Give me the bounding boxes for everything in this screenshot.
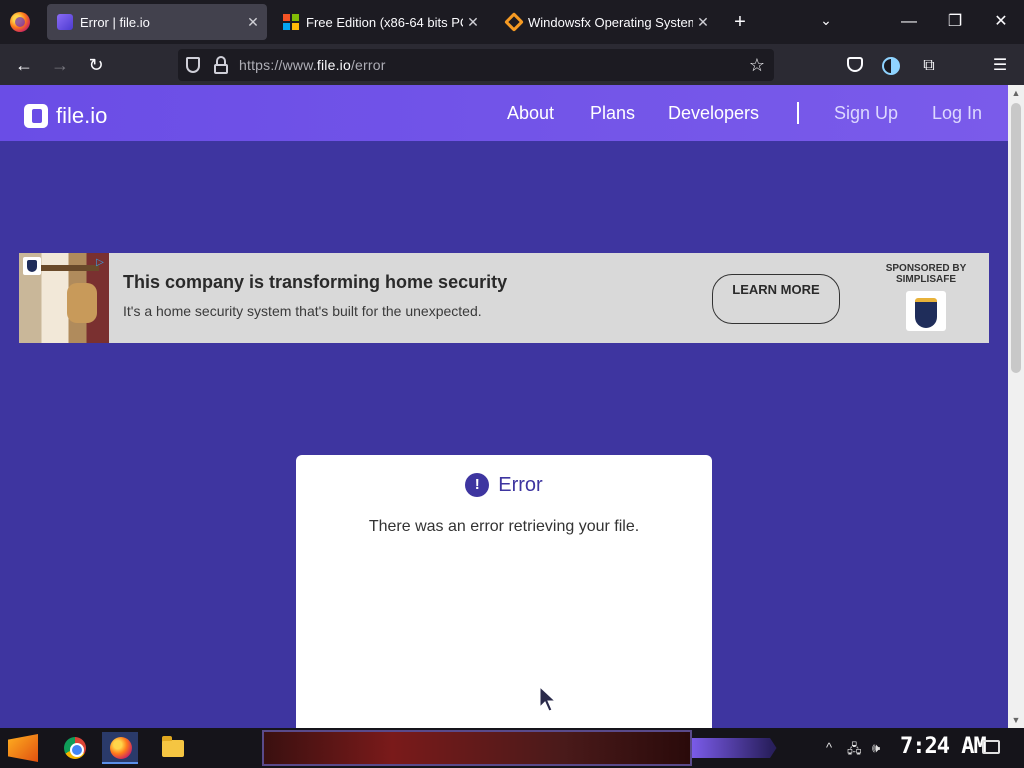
chevron-down-icon[interactable]: ⌄ — [816, 12, 836, 32]
tab-title: Error | file.io — [80, 14, 150, 30]
tab-free-edition[interactable]: Free Edition (x86-64 bits PC) ✕ — [273, 4, 487, 40]
nav-divider — [797, 102, 799, 124]
shield-icon[interactable] — [186, 57, 200, 73]
log-in-link[interactable]: Log In — [932, 103, 982, 124]
firefox-icon[interactable] — [10, 12, 30, 32]
exclamation-icon: ! — [465, 473, 490, 497]
scroll-down-arrow-icon[interactable]: ▼ — [1008, 712, 1024, 728]
tab-title: Free Edition (x86-64 bits PC) — [306, 14, 463, 30]
error-title: Error — [498, 473, 543, 496]
dark-reader-extension-icon[interactable] — [882, 57, 900, 75]
menu-icon[interactable]: ☰ — [989, 55, 1011, 77]
close-icon[interactable]: ✕ — [463, 14, 483, 31]
forward-button[interactable]: → — [47, 52, 73, 78]
page-content: file.io About Plans Developers Sign Up L… — [0, 85, 1008, 728]
chrome-icon — [64, 737, 86, 759]
lock-icon[interactable] — [214, 56, 228, 74]
reload-button[interactable]: ↻ — [83, 52, 109, 78]
notification-center-icon[interactable] — [982, 740, 1000, 754]
ad-choices-icon[interactable]: ▷ — [93, 256, 107, 270]
close-window-button[interactable]: ✕ — [985, 8, 1017, 36]
nav-about-link[interactable]: About — [507, 103, 554, 124]
bookmark-star-icon[interactable]: ☆ — [746, 54, 768, 76]
tab-title: Windowsfx Operating System — [528, 14, 693, 30]
ad-image[interactable]: ▷ — [19, 253, 109, 343]
site-logo[interactable]: file.io — [24, 103, 107, 129]
ad-body-text[interactable]: It's a home security system that's built… — [123, 303, 482, 319]
logo-text: file.io — [56, 103, 108, 128]
restore-button[interactable]: ❐ — [939, 8, 971, 36]
sign-up-link[interactable]: Sign Up — [834, 103, 898, 124]
scroll-up-arrow-icon[interactable]: ▲ — [1008, 85, 1024, 101]
taskbar-theme-accent — [692, 738, 777, 758]
navigation-toolbar: ← → ↻ https://www.file.io/error ☆ ⧉ ☰ — [0, 44, 1024, 85]
taskbar-firefox[interactable] — [102, 732, 138, 764]
taskbar-file-explorer[interactable] — [154, 732, 190, 764]
scrollbar-thumb[interactable] — [1011, 103, 1021, 373]
folder-icon — [162, 736, 184, 757]
vertical-scrollbar[interactable]: ▲ ▼ — [1008, 85, 1024, 728]
ad-sponsor-label: SPONSORED BY SIMPLISAFE — [885, 263, 967, 285]
simplisafe-badge-icon — [23, 257, 41, 275]
nav-plans-link[interactable]: Plans — [590, 103, 635, 124]
network-icon[interactable]: 🖧 — [847, 740, 862, 762]
tab-strip: Error | file.io ✕ Free Edition (x86-64 b… — [0, 0, 1024, 44]
tab-file-io-error[interactable]: Error | file.io ✕ — [47, 4, 267, 40]
close-icon[interactable]: ✕ — [243, 14, 263, 31]
windowsfx-favicon-icon — [504, 12, 524, 32]
site-header: file.io About Plans Developers Sign Up L… — [0, 85, 1008, 141]
nav-developers-link[interactable]: Developers — [668, 103, 759, 124]
taskbar: ^ 🖧 🕪 7:24 AM — [0, 728, 1024, 768]
tab-windowsfx[interactable]: Windowsfx Operating System ✕ — [495, 4, 717, 40]
error-header: ! Error — [296, 473, 712, 497]
error-message: There was an error retrieving your file. — [368, 518, 640, 535]
learn-more-button[interactable]: LEARN MORE — [712, 274, 840, 324]
simplisafe-logo-icon[interactable] — [906, 291, 946, 331]
url-text[interactable]: https://www.file.io/error — [239, 57, 386, 73]
volume-icon[interactable]: 🕪 — [872, 740, 880, 756]
taskbar-chrome[interactable] — [56, 732, 92, 764]
windows-favicon-icon — [283, 14, 299, 30]
firefox-icon — [110, 737, 132, 759]
address-bar[interactable]: https://www.file.io/error ☆ — [178, 49, 774, 81]
extensions-icon[interactable]: ⧉ — [918, 55, 940, 77]
tray-expand-icon[interactable]: ^ — [826, 740, 832, 755]
advertisement-banner[interactable]: ▷ This company is transforming home secu… — [19, 253, 989, 343]
new-tab-button[interactable]: + — [730, 10, 750, 34]
pocket-icon[interactable] — [847, 57, 863, 72]
ad-headline[interactable]: This company is transforming home securi… — [123, 272, 507, 293]
file-io-logo-icon — [24, 104, 48, 128]
start-menu-button[interactable] — [8, 734, 38, 762]
close-icon[interactable]: ✕ — [693, 14, 713, 31]
minimize-button[interactable]: — — [893, 8, 925, 36]
file-io-favicon-icon — [57, 14, 73, 30]
error-card: ! Error There was an error retrieving yo… — [296, 455, 712, 728]
back-button[interactable]: ← — [11, 52, 37, 78]
system-clock[interactable]: 7:24 AM — [900, 734, 987, 759]
taskbar-theme-decoration — [262, 730, 692, 766]
